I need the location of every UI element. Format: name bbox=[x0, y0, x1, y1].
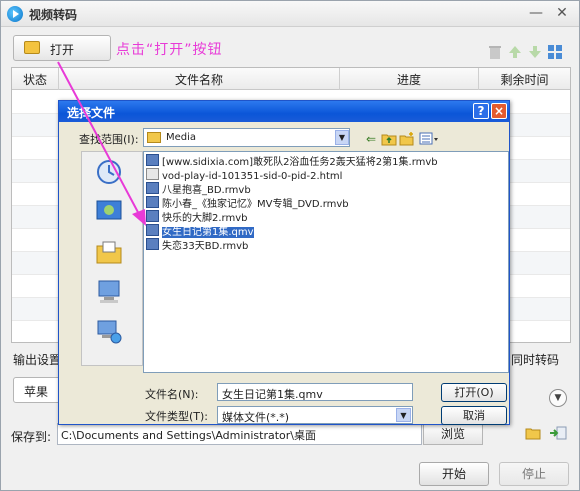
filename-input[interactable]: 女生日记第1集.qmv bbox=[217, 383, 413, 401]
open-button[interactable]: 打开 bbox=[13, 35, 111, 61]
my-documents-icon[interactable] bbox=[94, 238, 124, 266]
save-path-text: C:\Documents and Settings\Administrator\… bbox=[61, 429, 317, 442]
save-to-label: 保存到: bbox=[11, 430, 52, 444]
column-header-progress[interactable]: 进度 bbox=[340, 71, 478, 88]
video-file-icon bbox=[146, 224, 159, 236]
dialog-title-bar: 选择文件 ? × bbox=[59, 101, 509, 122]
export-icon[interactable] bbox=[549, 425, 567, 441]
my-computer-icon[interactable] bbox=[94, 278, 124, 306]
grid-view-icon[interactable] bbox=[547, 44, 563, 60]
move-up-icon[interactable] bbox=[507, 44, 523, 60]
stop-button[interactable]: 停止 bbox=[499, 462, 569, 486]
open-folder-icon bbox=[24, 41, 40, 54]
close-button[interactable]: ✕ bbox=[553, 5, 571, 23]
dialog-close-button[interactable]: × bbox=[491, 103, 507, 119]
chevron-down-icon[interactable]: ▼ bbox=[396, 408, 411, 422]
title-bar: 视频转码 — ✕ bbox=[1, 1, 579, 27]
filename-value: 女生日记第1集.qmv bbox=[222, 388, 323, 401]
column-header-remaining[interactable]: 剩余时间 bbox=[479, 71, 570, 88]
list-item[interactable]: 陈小春_《独家记忆》MV专辑_DVD.rmvb bbox=[146, 196, 349, 210]
file-list[interactable]: [www.sidixia.com]敢死队2浴血任务2轰天猛将2第1集.rmvb … bbox=[143, 151, 509, 373]
dialog-open-button[interactable]: 打开(O) bbox=[441, 383, 507, 402]
delete-icon[interactable] bbox=[487, 44, 503, 60]
open-folder-icon[interactable] bbox=[525, 425, 541, 441]
instruction-annotation: 点击“打开”按钮 bbox=[116, 42, 223, 58]
preset-value: 苹果 bbox=[24, 385, 49, 399]
app-title: 视频转码 bbox=[29, 8, 78, 22]
start-button[interactable]: 开始 bbox=[419, 462, 489, 486]
look-in-value: Media bbox=[166, 132, 197, 143]
view-menu-icon[interactable] bbox=[419, 131, 439, 147]
filename-label: 文件名(N): bbox=[145, 388, 199, 401]
video-file-icon bbox=[146, 238, 159, 250]
network-places-icon[interactable] bbox=[94, 318, 124, 346]
concurrent-label: 同时转码 bbox=[511, 353, 560, 367]
recent-documents-icon[interactable] bbox=[94, 158, 124, 186]
list-item[interactable]: 失恋33天BD.rmvb bbox=[146, 238, 248, 252]
places-bar bbox=[81, 151, 143, 366]
select-file-dialog: 选择文件 ? × 查找范围(I): Media ▼ ⇐ [www.sidixia… bbox=[58, 100, 510, 425]
list-item[interactable]: 八星抱喜_BD.rmvb bbox=[146, 182, 251, 196]
video-file-icon bbox=[146, 182, 159, 194]
dialog-cancel-button[interactable]: 取消 bbox=[441, 406, 507, 425]
help-button[interactable]: ? bbox=[473, 103, 489, 119]
minimize-button[interactable]: — bbox=[527, 5, 545, 23]
column-header-filename[interactable]: 文件名称 bbox=[59, 71, 339, 88]
list-item-selected[interactable]: 女生日记第1集.qmv bbox=[146, 224, 254, 238]
back-icon[interactable]: ⇐ bbox=[363, 131, 379, 147]
list-item[interactable]: vod-play-id-101351-sid-0-pid-2.html bbox=[146, 168, 342, 182]
table-header: 状态 文件名称 进度 剩余时间 bbox=[12, 68, 570, 90]
video-file-icon bbox=[146, 154, 159, 166]
look-in-label: 查找范围(I): bbox=[79, 133, 139, 146]
desktop-icon[interactable] bbox=[94, 198, 124, 226]
open-button-label: 打开 bbox=[50, 43, 75, 57]
save-path-input[interactable]: C:\Documents and Settings\Administrator\… bbox=[57, 423, 422, 445]
output-settings-label: 输出设置 bbox=[13, 353, 62, 367]
browse-button[interactable]: 浏览 bbox=[423, 423, 483, 445]
expand-options-button[interactable]: ▼ bbox=[549, 389, 567, 407]
up-folder-icon[interactable] bbox=[381, 131, 397, 147]
filetype-select[interactable]: 媒体文件(*.*) ▼ bbox=[217, 406, 413, 424]
move-down-icon[interactable] bbox=[527, 44, 543, 60]
video-file-icon bbox=[146, 196, 159, 208]
list-item[interactable]: [www.sidixia.com]敢死队2浴血任务2轰天猛将2第1集.rmvb bbox=[146, 154, 438, 168]
video-file-icon bbox=[146, 210, 159, 222]
app-logo-icon bbox=[7, 6, 23, 22]
column-header-status[interactable]: 状态 bbox=[12, 71, 58, 88]
folder-icon bbox=[147, 132, 161, 143]
html-file-icon bbox=[146, 168, 159, 180]
look-in-select[interactable]: Media ▼ bbox=[143, 128, 350, 147]
chevron-down-icon[interactable]: ▼ bbox=[335, 130, 349, 145]
list-item[interactable]: 快乐的大脚2.rmvb bbox=[146, 210, 247, 224]
new-folder-icon[interactable] bbox=[399, 131, 415, 147]
dialog-title: 选择文件 bbox=[67, 106, 116, 120]
filetype-value: 媒体文件(*.*) bbox=[222, 411, 290, 424]
filetype-label: 文件类型(T): bbox=[145, 410, 209, 423]
